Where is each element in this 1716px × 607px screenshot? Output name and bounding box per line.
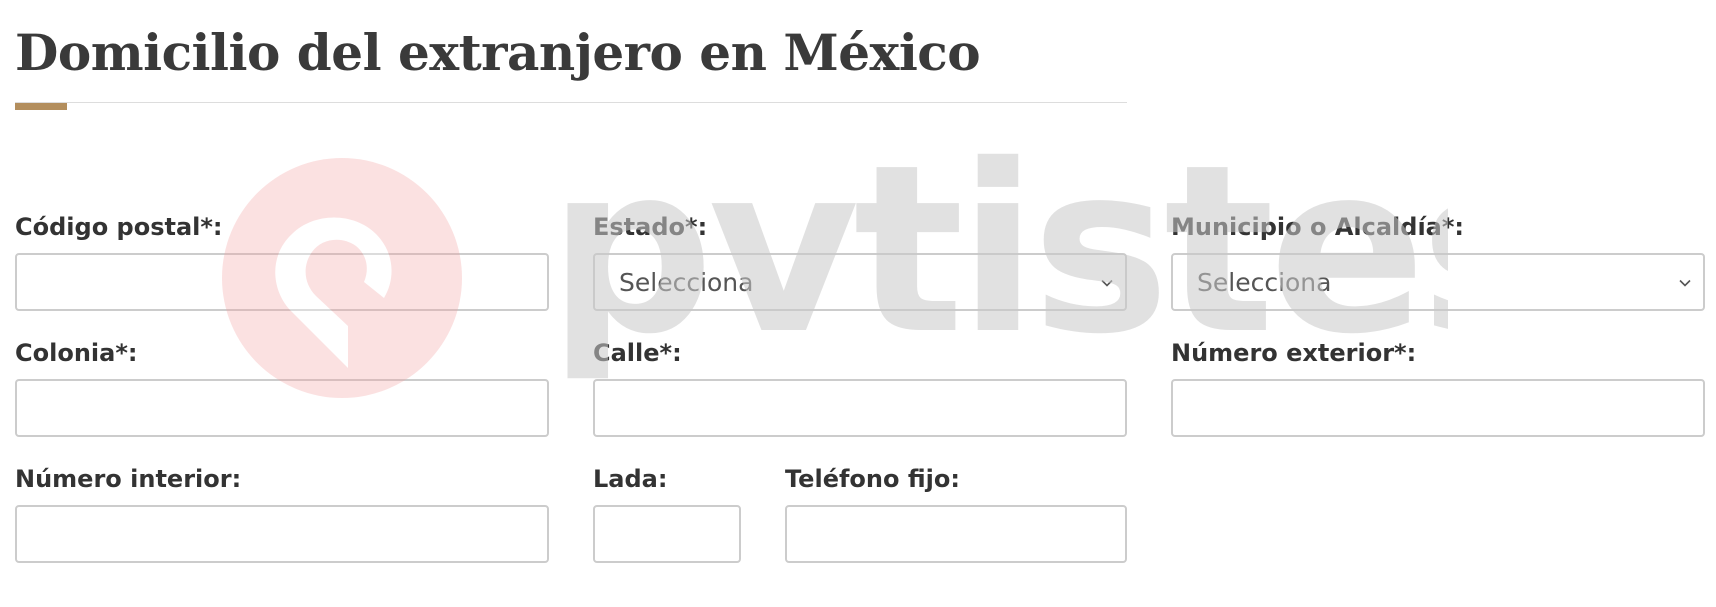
estado-label: Estado*:	[593, 213, 708, 241]
estado-select[interactable]: Selecciona	[593, 253, 1127, 311]
calle-label: Calle*:	[593, 339, 682, 367]
municipio-label: Municipio o Alcaldía*:	[1171, 213, 1465, 241]
calle-input[interactable]	[593, 379, 1127, 437]
numero-exterior-label: Número exterior*:	[1171, 339, 1417, 367]
chevron-down-icon	[1101, 279, 1113, 287]
telefono-fijo-label: Teléfono fijo:	[785, 465, 960, 493]
lada-label: Lada:	[593, 465, 668, 493]
colonia-input[interactable]	[15, 379, 549, 437]
chevron-down-icon	[1679, 279, 1691, 287]
municipio-selected-value: Selecciona	[1197, 267, 1332, 297]
colonia-label: Colonia*:	[15, 339, 138, 367]
codigo-postal-label: Código postal*:	[15, 213, 223, 241]
title-accent-bar	[15, 103, 67, 110]
estado-selected-value: Selecciona	[619, 267, 754, 297]
numero-interior-label: Número interior:	[15, 465, 242, 493]
page-title: Domicilio del extranjero en México	[15, 23, 981, 82]
numero-exterior-input[interactable]	[1171, 379, 1705, 437]
telefono-fijo-input[interactable]	[785, 505, 1127, 563]
title-divider	[15, 102, 1127, 103]
numero-interior-input[interactable]	[15, 505, 549, 563]
municipio-select[interactable]: Selecciona	[1171, 253, 1705, 311]
codigo-postal-input[interactable]	[15, 253, 549, 311]
lada-input[interactable]	[593, 505, 741, 563]
